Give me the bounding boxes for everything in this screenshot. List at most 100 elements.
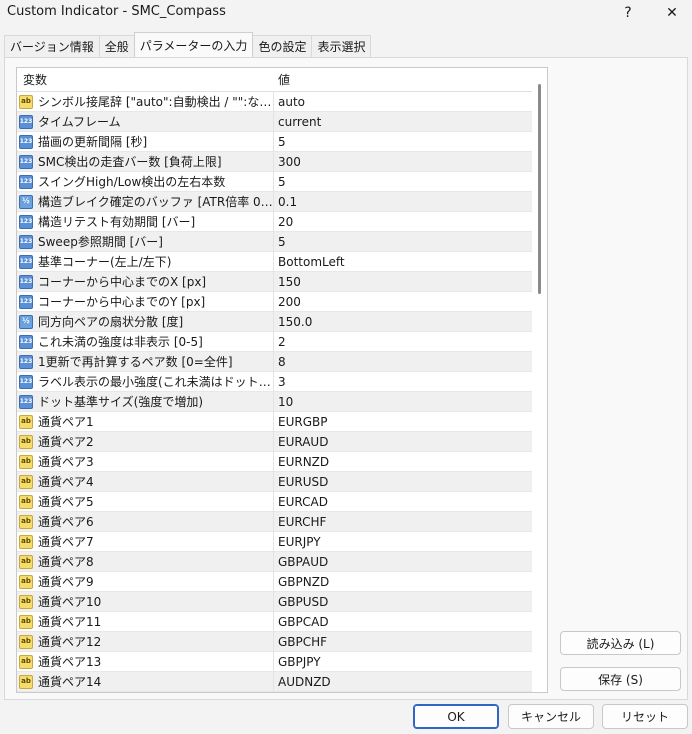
parameter-row[interactable]: 123 構造リテスト有効期間 [バー] 20 — [17, 211, 532, 232]
column-header-value[interactable]: 値 — [274, 71, 290, 88]
parameter-row[interactable]: 123 これ未満の強度は非表示 [0-5] 2 — [17, 331, 532, 352]
integer-type-icon: 123 — [19, 174, 33, 189]
parameter-name-cell: ab 通貨ペア4 — [17, 471, 274, 492]
parameter-row[interactable]: ab 通貨ペア5 EURCAD — [17, 491, 532, 512]
string-type-icon: ab — [19, 574, 33, 589]
parameter-value[interactable]: EURAUD — [274, 435, 532, 449]
parameter-value[interactable]: 5 — [274, 175, 532, 189]
string-type-icon: ab — [19, 594, 33, 609]
parameter-value[interactable]: 8 — [274, 355, 532, 369]
parameter-row[interactable]: ab 通貨ペア1 EURGBP — [17, 411, 532, 432]
parameter-value[interactable]: AUDNZD — [274, 675, 532, 689]
parameter-row[interactable]: 123 スイングHigh/Low検出の左右本数 5 — [17, 171, 532, 192]
parameter-row[interactable]: ab 通貨ペア2 EURAUD — [17, 431, 532, 452]
save-button[interactable]: 保存 (S) — [560, 667, 681, 691]
parameter-row[interactable]: 123 タイムフレーム current — [17, 111, 532, 132]
parameter-name-cell: 123 Sweep参照期間 [バー] — [17, 231, 274, 252]
parameter-row[interactable]: ab 通貨ペア10 GBPUSD — [17, 591, 532, 612]
parameter-value[interactable]: 20 — [274, 215, 532, 229]
parameter-row[interactable]: ab 通貨ペア12 GBPCHF — [17, 631, 532, 652]
parameter-value[interactable]: 5 — [274, 135, 532, 149]
parameter-value[interactable]: EURCHF — [274, 515, 532, 529]
tab-version-info[interactable]: バージョン情報 — [4, 35, 100, 57]
help-button[interactable]: ? — [608, 0, 648, 26]
parameter-row[interactable]: ab 通貨ペア6 EURCHF — [17, 511, 532, 532]
parameter-row[interactable]: ab シンボル接尾辞 ["auto":自動検出 / "":なし / ... auto — [17, 91, 532, 112]
parameter-row[interactable]: ½ 同方向ペアの扇状分散 [度] 150.0 — [17, 311, 532, 332]
parameter-value[interactable]: GBPCHF — [274, 635, 532, 649]
parameter-rows: ab シンボル接尾辞 ["auto":自動検出 / "":なし / ... auto… — [17, 91, 532, 692]
tab-visualization[interactable]: 表示選択 — [311, 35, 372, 57]
parameter-name-cell: ab 通貨ペア8 — [17, 551, 274, 572]
parameter-value[interactable]: 150.0 — [274, 315, 532, 329]
tab-parameters[interactable]: パラメーターの入力 — [133, 32, 254, 57]
parameter-name: これ未満の強度は非表示 [0-5] — [38, 335, 203, 349]
ok-button[interactable]: OK — [413, 704, 499, 729]
parameter-row[interactable]: ab 通貨ペア14 AUDNZD — [17, 671, 532, 692]
parameter-value[interactable]: 300 — [274, 155, 532, 169]
parameter-name: 通貨ペア10 — [38, 595, 102, 609]
parameter-value[interactable]: 200 — [274, 295, 532, 309]
parameter-value[interactable]: GBPUSD — [274, 595, 532, 609]
parameter-name-cell: 123 コーナーから中心までのX [px] — [17, 271, 274, 292]
parameter-row[interactable]: 123 ドット基準サイズ(強度で増加) 10 — [17, 391, 532, 412]
parameter-value[interactable]: GBPCAD — [274, 615, 532, 629]
parameter-row[interactable]: ab 通貨ペア11 GBPCAD — [17, 611, 532, 632]
parameter-value[interactable]: 0.1 — [274, 195, 532, 209]
integer-type-icon: 123 — [19, 374, 33, 389]
column-header-variable[interactable]: 変数 — [17, 71, 274, 88]
parameter-name-cell: 123 描画の更新間隔 [秒] — [17, 131, 274, 152]
parameter-value[interactable]: 150 — [274, 275, 532, 289]
title-bar: Custom Indicator - SMC_Compass ? ✕ — [0, 0, 692, 26]
integer-type-icon: 123 — [19, 114, 33, 129]
parameter-name-cell: 123 ドット基準サイズ(強度で増加) — [17, 391, 274, 412]
parameter-row[interactable]: 123 SMC検出の走査バー数 [負荷上限] 300 — [17, 151, 532, 172]
parameter-value[interactable]: 3 — [274, 375, 532, 389]
parameter-value[interactable]: EURUSD — [274, 475, 532, 489]
parameter-value[interactable]: GBPJPY — [274, 655, 532, 669]
parameter-row[interactable]: ½ 構造ブレイク確定のバッファ [ATR倍率 0=裸・・・0.1 — [17, 191, 532, 212]
parameter-row[interactable]: 123 基準コーナー(左上/左下) BottomLeft — [17, 251, 532, 272]
parameter-name-cell: 123 ラベル表示の最小強度(これ未満はドットのみ) — [17, 371, 274, 392]
integer-type-icon: 123 — [19, 394, 33, 409]
parameter-row[interactable]: 123 コーナーから中心までのY [px] 200 — [17, 291, 532, 312]
parameter-value[interactable]: GBPAUD — [274, 555, 532, 569]
parameter-value[interactable]: GBPNZD — [274, 575, 532, 589]
parameter-name: 構造リテスト有効期間 [バー] — [38, 215, 196, 229]
parameter-value[interactable]: BottomLeft — [274, 255, 532, 269]
parameter-row[interactable]: ab 通貨ペア4 EURUSD — [17, 471, 532, 492]
parameter-value[interactable]: EURGBP — [274, 415, 532, 429]
parameter-row[interactable]: 123 Sweep参照期間 [バー] 5 — [17, 231, 532, 252]
parameter-value[interactable]: EURJPY — [274, 535, 532, 549]
parameter-row[interactable]: ab 通貨ペア13 GBPJPY — [17, 651, 532, 672]
parameter-row[interactable]: 123 1更新で再計算するペア数 [0=全件] 8 — [17, 351, 532, 372]
parameter-row[interactable]: ab 通貨ペア7 EURJPY — [17, 531, 532, 552]
parameter-row[interactable]: ab 通貨ペア9 GBPNZD — [17, 571, 532, 592]
parameter-value[interactable]: 10 — [274, 395, 532, 409]
parameter-value[interactable]: auto — [274, 95, 532, 109]
parameter-row[interactable]: 123 ラベル表示の最小強度(これ未満はドットのみ) 3 — [17, 371, 532, 392]
parameter-name-cell: ab 通貨ペア10 — [17, 591, 274, 612]
close-button[interactable]: ✕ — [652, 0, 692, 26]
string-type-icon: ab — [19, 474, 33, 489]
parameter-value[interactable]: current — [274, 115, 532, 129]
parameter-row[interactable]: 123 描画の更新間隔 [秒] 5 — [17, 131, 532, 152]
cancel-button[interactable]: キャンセル — [508, 704, 594, 729]
parameter-row[interactable]: 123 コーナーから中心までのX [px] 150 — [17, 271, 532, 292]
parameter-value[interactable]: 2 — [274, 335, 532, 349]
parameter-name-cell: 123 基準コーナー(左上/左下) — [17, 251, 274, 272]
parameter-value[interactable]: EURNZD — [274, 455, 532, 469]
string-type-icon: ab — [19, 654, 33, 669]
parameter-name: 通貨ペア9 — [38, 575, 94, 589]
tab-general[interactable]: 全般 — [98, 35, 135, 57]
tab-colors[interactable]: 色の設定 — [252, 35, 313, 57]
reset-button[interactable]: リセット — [602, 704, 688, 729]
parameter-row[interactable]: ab 通貨ペア8 GBPAUD — [17, 551, 532, 572]
parameter-name: 通貨ペア13 — [38, 655, 102, 669]
parameter-value[interactable]: EURCAD — [274, 495, 532, 509]
parameter-row[interactable]: ab 通貨ペア3 EURNZD — [17, 451, 532, 472]
load-button[interactable]: 読み込み (L) — [560, 631, 681, 655]
scrollbar-thumb[interactable] — [538, 84, 541, 294]
parameter-value[interactable]: 5 — [274, 235, 532, 249]
parameter-name-cell: 123 SMC検出の走査バー数 [負荷上限] — [17, 151, 274, 172]
